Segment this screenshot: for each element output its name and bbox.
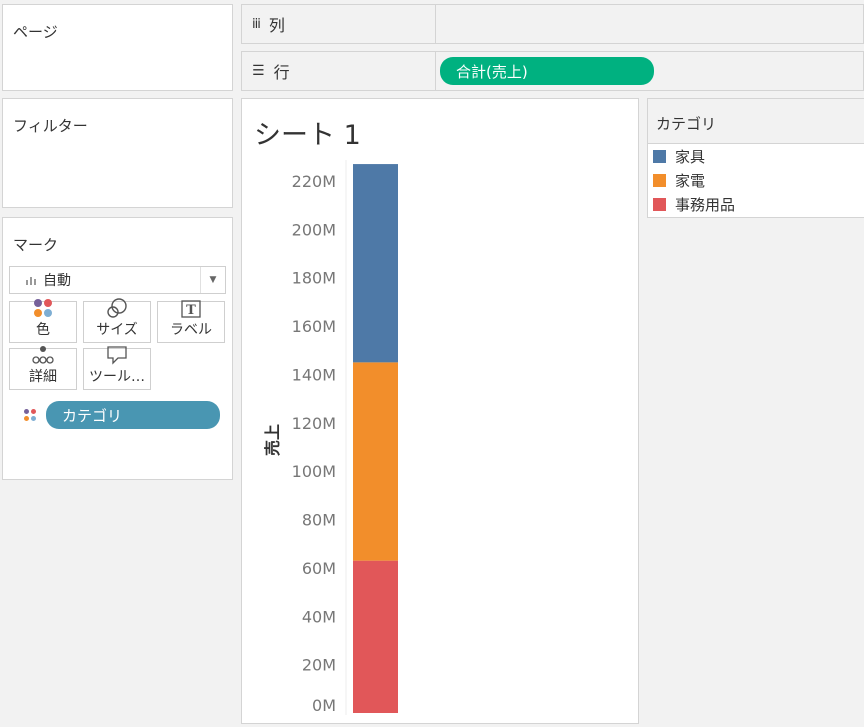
legend-swatch — [653, 150, 666, 163]
y-tick-label: 80M — [302, 511, 336, 530]
columns-label: 列 — [268, 16, 285, 35]
pages-title: ページ — [13, 23, 58, 41]
size-button-label: サイズ — [96, 322, 138, 338]
marks-title: マーク — [13, 236, 59, 254]
rows-icon: ☰ — [252, 63, 265, 79]
y-tick-label: 160M — [292, 317, 336, 336]
y-tick-label: 220M — [292, 172, 336, 191]
mark-type-dropdown[interactable]: 自動 ▼ — [9, 266, 226, 294]
color-field-pill[interactable]: カテゴリ — [46, 401, 220, 429]
bar-segment[interactable] — [353, 164, 398, 363]
y-tick-label: 180M — [292, 269, 336, 288]
detail-button[interactable]: 詳細 — [9, 345, 77, 390]
legend-header: カテゴリ — [648, 99, 864, 144]
columns-shelf-label: iii 列 — [241, 4, 436, 44]
y-tick-label: 100M — [292, 462, 336, 481]
legend-swatch — [653, 198, 666, 211]
y-axis-label: 売上 — [263, 424, 282, 456]
y-tick-label: 200M — [292, 220, 336, 239]
legend-item-label: 事務用品 — [675, 196, 736, 214]
bar-segment[interactable] — [353, 560, 398, 713]
rows-shelf-label: ☰ 行 — [241, 51, 436, 91]
label-button-label: ラベル — [170, 322, 212, 338]
y-tick-label: 0M — [312, 696, 336, 715]
text-label-icon: T — [181, 300, 201, 318]
tooltip-button-label: ツール… — [89, 369, 145, 385]
rows-label: 行 — [273, 63, 290, 82]
tooltip-button[interactable]: ツール… — [83, 345, 151, 390]
y-tick-label: 60M — [302, 559, 336, 578]
tooltip-bubble-icon — [106, 345, 128, 365]
rows-measure-pill[interactable]: 合計(売上) — [440, 57, 654, 85]
mark-type-value: 自動 — [43, 273, 71, 289]
legend-item-office-supplies[interactable]: 事務用品 — [653, 194, 735, 215]
legend-item-furniture[interactable]: 家具 — [653, 146, 705, 167]
y-tick-label: 120M — [292, 414, 336, 433]
y-tick-label: 40M — [302, 607, 336, 626]
columns-icon: iii — [252, 16, 261, 32]
legend-swatch — [653, 174, 666, 187]
bar-chart: 0M 20M 40M 60M 80M 100M 120M 140M 160M 180M 200M 22… — [263, 160, 398, 715]
bar-segments — [353, 164, 398, 713]
legend-item-label: 家具 — [675, 148, 706, 166]
svg-text:T: T — [186, 303, 196, 318]
detail-dots-icon — [31, 345, 55, 365]
legend-item-appliances[interactable]: 家電 — [653, 170, 705, 191]
color-button[interactable]: 色 — [9, 298, 77, 343]
columns-shelf[interactable] — [435, 4, 864, 44]
bar-chart-icon — [26, 275, 36, 285]
color-dots-icon — [23, 407, 37, 426]
color-button-label: 色 — [36, 322, 50, 338]
rows-pill-label: 合計(売上) — [456, 62, 528, 81]
color-field-label: カテゴリ — [62, 406, 123, 425]
filters-title: フィルター — [13, 117, 88, 135]
legend-panel: カテゴリ 家具 家電 事務用品 — [647, 98, 864, 218]
filters-panel[interactable]: フィルター — [2, 98, 233, 208]
y-axis-ticks: 0M 20M 40M 60M 80M 100M 120M 140M 160M 180M 200M 22… — [292, 172, 336, 715]
legend-item-label: 家電 — [675, 172, 706, 190]
legend-title: カテゴリ — [656, 115, 717, 133]
bar-segment[interactable] — [353, 362, 398, 561]
detail-button-label: 詳細 — [29, 369, 57, 385]
y-tick-label: 20M — [302, 656, 336, 675]
label-button[interactable]: T ラベル — [157, 300, 225, 343]
chevron-down-icon[interactable]: ▼ — [200, 267, 225, 293]
pages-panel[interactable]: ページ — [2, 4, 233, 91]
y-tick-label: 140M — [292, 365, 336, 384]
size-circles-icon — [106, 298, 128, 318]
color-dots-icon — [32, 298, 54, 318]
size-button[interactable]: サイズ — [83, 298, 151, 343]
